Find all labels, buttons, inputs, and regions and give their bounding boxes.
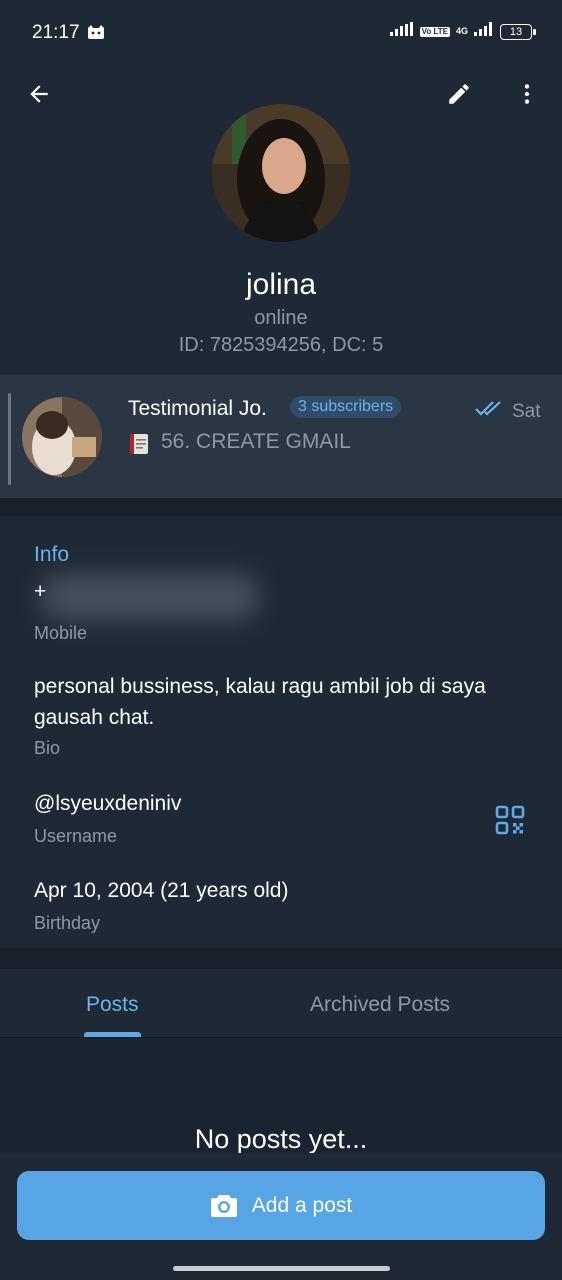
user-id-line: ID: 7825394256, DC: 5 [178,334,384,356]
bio-label: Bio [34,738,61,758]
double-check-icon [474,399,504,422]
phone-prefix: + [34,580,47,603]
channel-date: Sat [512,401,541,422]
volte-icon: Vo LTE [419,26,450,37]
phone-label: Mobile [34,623,88,643]
status-time: 21:17 [32,22,80,43]
status-bar: 21:17 Vo LTE 4G 13 [0,0,562,64]
signal-icon [389,22,414,41]
username-label: Username [34,826,118,846]
qr-code-button[interactable] [494,804,526,836]
empty-posts-title: No posts yet... [194,1124,368,1154]
battery-icon: 13 [500,23,536,40]
signal-icon-2 [474,22,494,41]
profile-name: jolina [245,268,317,301]
add-post-label: Add a post [251,1193,353,1217]
add-post-button[interactable]: Add a post [17,1171,545,1240]
subscribers-badge: 3 subscribers [290,396,402,418]
channel-avatar [22,397,102,477]
section-divider [0,498,562,516]
arrow-left-icon [30,85,48,103]
active-tab-indicator [84,1032,141,1037]
profile-avatar[interactable] [212,104,350,242]
channel-last-message: 56. CREATE GMAIL [161,430,351,453]
more-options-button[interactable] [507,74,547,114]
camera-icon [210,1194,237,1217]
cat-notification-icon [86,24,106,45]
tab-archived-posts[interactable]: Archived Posts [310,993,450,1017]
pencil-icon [449,84,469,104]
back-button[interactable] [19,74,59,114]
document-icon [128,431,152,455]
more-vertical-icon [524,84,530,104]
section-divider-2 [0,948,562,969]
online-status: online [254,307,308,329]
home-indicator[interactable] [173,1266,390,1271]
edit-button[interactable] [439,74,479,114]
info-section: Info + Mobile personal bussiness, kalau … [0,516,562,948]
channel-accent-bar [8,393,11,485]
phone-number-blurred [40,573,260,621]
profile-tabs: Posts Archived Posts [0,969,562,1038]
profile-screen: 21:17 Vo LTE 4G 13 jolina online ID: 782… [0,0,562,1280]
birthday-label: Birthday [34,913,101,933]
qr-code-icon [495,805,525,835]
status-icons: Vo LTE 4G 13 [389,22,536,41]
channel-name: Testimonial Jo. [128,397,267,420]
tab-posts[interactable]: Posts [86,993,139,1017]
birthday-value: Apr 10, 2004 (21 years old) [34,879,289,902]
bio-text: personal bussiness, kalau ragu ambil job… [34,675,486,729]
username-value: @lsyeuxdeniniv [34,792,182,815]
info-title: Info [34,543,70,566]
pinned-channel[interactable]: Testimonial Jo. 3 subscribers Sat 56. CR… [0,375,562,498]
signal-4g-icon: 4G [455,26,468,36]
